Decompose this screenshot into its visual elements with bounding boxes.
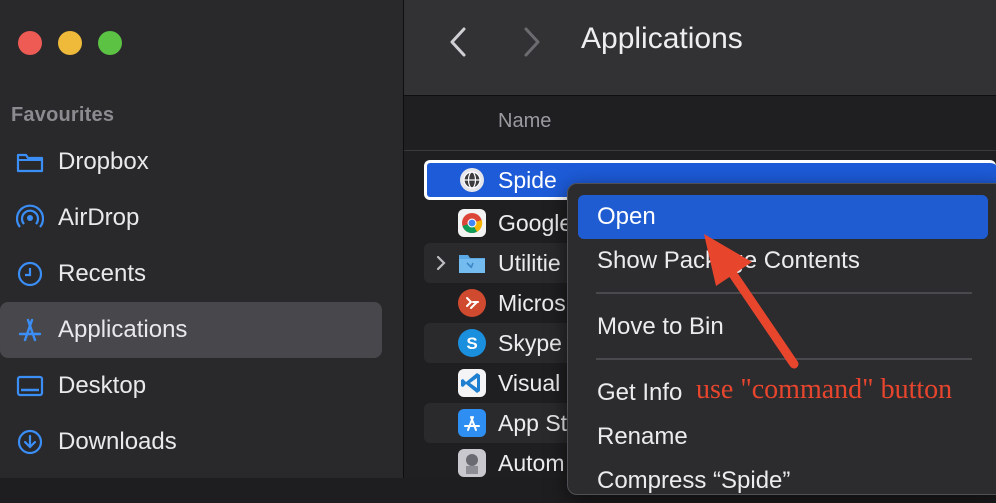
window-title: Applications [581, 22, 743, 55]
chevron-right-icon[interactable] [434, 253, 448, 273]
folder-icon [16, 148, 44, 176]
sidebar-item-label: Dropbox [58, 148, 149, 175]
remote-desktop-icon [458, 289, 486, 317]
file-name: Visual [498, 369, 561, 396]
sidebar-list: Dropbox AirDrop Recents Applications Des… [0, 134, 403, 470]
annotation-arrow [704, 234, 799, 369]
airdrop-icon [16, 204, 44, 232]
sidebar-item-desktop[interactable]: Desktop [0, 358, 382, 414]
globe-app-icon [458, 166, 486, 194]
annotation-text: use "command" button [696, 374, 953, 405]
sidebar-item-recents[interactable]: Recents [0, 246, 382, 302]
column-header: Name [404, 96, 996, 151]
file-name: App St [498, 409, 568, 436]
minimize-window-button[interactable] [58, 31, 82, 55]
utilities-folder-icon [458, 249, 486, 277]
file-name: Spide [498, 166, 557, 193]
sidebar-item-applications[interactable]: Applications [0, 302, 382, 358]
skype-icon: S [458, 329, 486, 357]
automator-icon [458, 449, 486, 477]
sidebar-item-label: Applications [58, 316, 188, 343]
file-name: Utilitie [498, 249, 561, 276]
zoom-window-button[interactable] [98, 31, 122, 55]
sidebar-item-label: AirDrop [58, 204, 140, 231]
menu-item-compress[interactable]: Compress “Spide” [578, 459, 988, 503]
sidebar-item-label: Desktop [58, 372, 147, 399]
sidebar-item-downloads[interactable]: Downloads [0, 414, 382, 470]
downloads-icon [16, 428, 44, 456]
forward-button[interactable] [516, 25, 546, 59]
sidebar-item-label: Downloads [58, 428, 177, 455]
close-window-button[interactable] [18, 31, 42, 55]
svg-text:S: S [466, 334, 477, 353]
menu-item-rename[interactable]: Rename [578, 415, 988, 459]
desktop-icon [16, 372, 44, 400]
file-name: Skype [498, 329, 562, 356]
clock-icon [16, 260, 44, 288]
sidebar-section-favourites: Favourites [11, 104, 115, 126]
chrome-icon [458, 209, 486, 237]
toolbar: Applications [404, 0, 996, 96]
vscode-icon [458, 369, 486, 397]
sidebar-item-dropbox[interactable]: Dropbox [0, 134, 382, 190]
file-name: Autom [498, 449, 565, 476]
sidebar-item-airdrop[interactable]: AirDrop [0, 190, 382, 246]
app-store-icon [458, 409, 486, 437]
window-controls [18, 31, 122, 55]
file-name: Micros [498, 289, 566, 316]
file-name: Google [498, 209, 573, 236]
sidebar-item-label: Recents [58, 260, 147, 287]
applications-icon [16, 316, 44, 344]
column-name-header[interactable]: Name [498, 110, 551, 133]
back-button[interactable] [444, 25, 474, 59]
sidebar: Favourites Dropbox AirDrop Recents Appli… [0, 0, 404, 478]
